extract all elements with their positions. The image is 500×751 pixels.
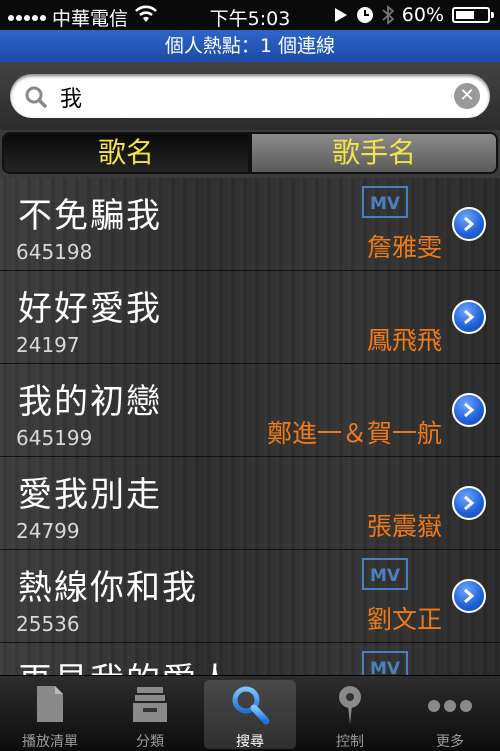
- search-icon: [25, 86, 47, 108]
- song-artist: 張震嶽: [366, 512, 442, 541]
- detail-disclosure-icon[interactable]: [452, 300, 486, 334]
- tab-control[interactable]: 控制: [300, 676, 400, 751]
- song-title: 不免騙我: [18, 196, 162, 236]
- status-bar: 中華電信 下午5:03 60%: [0, 0, 500, 30]
- bluetooth-icon: [382, 5, 394, 25]
- song-code: 645199: [16, 426, 93, 450]
- search-box[interactable]: ✕: [10, 74, 490, 118]
- tab-playlist[interactable]: 播放清單: [0, 676, 100, 751]
- song-artist: 鳳飛飛: [366, 326, 442, 355]
- clock-icon: [356, 7, 373, 23]
- more-dots-icon: [428, 700, 472, 712]
- battery-icon: [452, 7, 494, 23]
- song-code: 24799: [16, 519, 80, 543]
- list-item[interactable]: 我的初戀 645199 鄭進一＆賀一航: [0, 364, 500, 457]
- tab-bar: 播放清單 分類 搜尋 控制 更多: [0, 675, 500, 751]
- song-code: 645198: [16, 240, 93, 264]
- tab-more[interactable]: 更多: [400, 676, 500, 751]
- segment-artist-name[interactable]: 歌手名: [250, 132, 498, 174]
- search-bar: ✕: [0, 62, 500, 130]
- mv-icon: MV: [362, 186, 408, 218]
- song-title: 好好愛我: [18, 289, 162, 329]
- document-icon: [37, 686, 63, 722]
- song-list: 不免騙我 645198 MV 詹雅雯 好好愛我 24197 鳳飛飛 我的初戀 6…: [0, 178, 500, 675]
- song-code: 25536: [16, 612, 80, 636]
- list-item[interactable]: 再見我的愛人 MV: [0, 643, 500, 675]
- song-artist: 詹雅雯: [366, 233, 442, 262]
- detail-disclosure-icon[interactable]: [452, 393, 486, 427]
- hotspot-bar[interactable]: 個人熱點：1 個連線: [0, 30, 500, 63]
- tab-label: 播放清單: [22, 734, 78, 750]
- drawer-icon: [133, 687, 167, 722]
- song-artist: 鄭進一＆賀一航: [266, 419, 442, 448]
- list-item[interactable]: 好好愛我 24197 鳳飛飛: [0, 271, 500, 364]
- mv-icon: MV: [362, 651, 408, 675]
- magnifier-icon: [232, 686, 270, 725]
- song-artist: 劉文正: [366, 605, 442, 634]
- segment-song-name[interactable]: 歌名: [2, 132, 250, 174]
- clear-icon[interactable]: ✕: [454, 83, 480, 109]
- tab-label: 控制: [336, 734, 364, 750]
- tab-label: 分類: [136, 734, 164, 750]
- song-title: 愛我別走: [18, 475, 162, 515]
- detail-disclosure-icon[interactable]: [452, 486, 486, 520]
- song-title: 熱線你和我: [18, 568, 198, 608]
- list-item[interactable]: 不免騙我 645198 MV 詹雅雯: [0, 178, 500, 271]
- detail-disclosure-icon[interactable]: [452, 579, 486, 613]
- song-title: 我的初戀: [18, 382, 162, 422]
- segmented-control: 歌名 歌手名: [0, 130, 500, 178]
- play-status-icon: [334, 8, 347, 22]
- map-pin-icon: [339, 686, 361, 724]
- song-title: 再見我的愛人: [18, 653, 234, 675]
- tab-search[interactable]: 搜尋: [200, 676, 300, 751]
- song-code: 24197: [16, 333, 80, 357]
- tab-category[interactable]: 分類: [100, 676, 200, 751]
- list-item[interactable]: 熱線你和我 25536 MV 劉文正: [0, 550, 500, 643]
- battery-percent: 60%: [401, 4, 444, 26]
- list-item[interactable]: 愛我別走 24799 張震嶽: [0, 457, 500, 550]
- detail-disclosure-icon[interactable]: [452, 207, 486, 241]
- search-input[interactable]: [58, 80, 452, 114]
- tab-label: 更多: [436, 734, 464, 750]
- mv-icon: MV: [362, 558, 408, 590]
- tab-label: 搜尋: [236, 734, 264, 750]
